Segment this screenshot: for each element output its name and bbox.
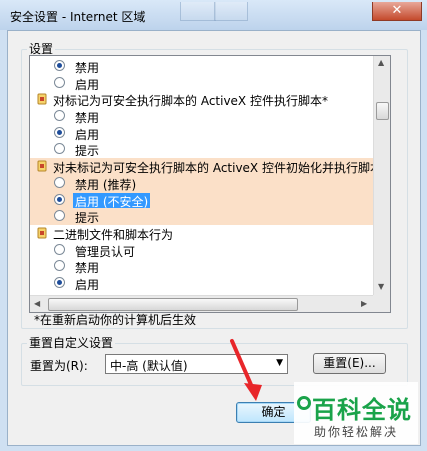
close-button[interactable]: ✕ bbox=[372, 2, 422, 21]
horizontal-scroll-thumb[interactable] bbox=[48, 298, 298, 311]
watermark-title: 百科全说 bbox=[312, 396, 412, 424]
watermark-logo-icon bbox=[297, 396, 311, 410]
setting-option-label: 启用 bbox=[75, 77, 100, 92]
setting-option[interactable]: 提示 bbox=[30, 141, 373, 158]
minimize-button[interactable] bbox=[180, 2, 216, 21]
reset-to-label: 重置为(R): bbox=[30, 359, 88, 373]
maximize-button[interactable] bbox=[214, 2, 248, 21]
scroll-right-icon[interactable]: ▶ bbox=[361, 299, 367, 308]
reset-group-label: 重置自定义设置 bbox=[27, 334, 116, 351]
setting-heading: 对标记为可安全执行脚本的 ActiveX 控件执行脚本* bbox=[30, 91, 373, 108]
setting-heading: 对未标记为可安全执行脚本的 ActiveX 控件初始化并执行脚本 bbox=[30, 158, 382, 175]
setting-option-label: 禁用 bbox=[75, 261, 100, 276]
radio-button[interactable] bbox=[54, 243, 65, 255]
radio-button[interactable] bbox=[54, 76, 65, 88]
scroll-left-icon[interactable]: ◀ bbox=[34, 299, 40, 308]
title-bar: 安全设置 - Internet 区域 ✕ bbox=[0, 0, 427, 30]
setting-option-label: 提示 bbox=[75, 144, 100, 159]
setting-heading-label: 二进制文件和脚本行为 bbox=[53, 227, 174, 242]
watermark-subtitle: 助你轻松解决 bbox=[314, 425, 399, 439]
settings-rows: 禁用 启用 对标记为可安全执行脚本的 ActiveX 控件执行脚本* 禁用 启用 提示 对未… bbox=[30, 58, 382, 292]
settings-icon bbox=[37, 160, 47, 172]
radio-button[interactable] bbox=[54, 143, 65, 155]
setting-option[interactable]: 启用 bbox=[30, 125, 373, 142]
setting-option[interactable]: 提示 bbox=[30, 208, 373, 225]
setting-option[interactable]: 启用 bbox=[30, 75, 373, 92]
setting-option[interactable]: 启用 bbox=[30, 275, 373, 292]
scroll-up-icon[interactable]: ▲ bbox=[378, 58, 384, 67]
radio-button[interactable] bbox=[54, 276, 65, 288]
setting-option[interactable]: 禁用 bbox=[30, 108, 373, 125]
setting-option-label: 禁用 (推荐) bbox=[75, 177, 137, 192]
settings-icon bbox=[37, 93, 47, 105]
settings-list[interactable]: 禁用 启用 对标记为可安全执行脚本的 ActiveX 控件执行脚本* 禁用 启用 提示 对未… bbox=[29, 55, 391, 313]
radio-button[interactable] bbox=[54, 60, 65, 71]
security-settings-window: 安全设置 - Internet 区域 ✕ 设置 禁用 启用 对标记为可安全执行脚本的… bbox=[0, 0, 427, 451]
reset-button[interactable]: 重置(E)... bbox=[313, 353, 386, 374]
dropdown-arrow-icon: ▼ bbox=[276, 358, 283, 368]
vertical-scrollbar[interactable]: ▲ ▼ bbox=[373, 56, 390, 295]
scroll-thumb[interactable] bbox=[376, 102, 389, 120]
reset-level-value: 中-高 (默认值) bbox=[110, 359, 188, 373]
setting-option[interactable]: 禁用 bbox=[30, 258, 373, 275]
radio-button[interactable] bbox=[54, 193, 65, 205]
setting-heading: 二进制文件和脚本行为 bbox=[30, 225, 373, 242]
radio-button[interactable] bbox=[54, 210, 65, 222]
settings-icon bbox=[37, 227, 47, 239]
setting-option-label: 管理员认可 bbox=[75, 244, 136, 259]
setting-option-label: 启用 bbox=[75, 277, 100, 292]
scroll-down-icon[interactable]: ▼ bbox=[378, 282, 384, 291]
setting-option-label: 禁用 bbox=[75, 111, 100, 126]
scroll-corner bbox=[373, 295, 390, 312]
window-title: 安全设置 - Internet 区域 bbox=[10, 10, 146, 24]
setting-option-label: 禁用 bbox=[75, 61, 100, 75]
radio-button[interactable] bbox=[54, 260, 65, 272]
radio-button[interactable] bbox=[54, 126, 65, 138]
setting-option-label: 启用 bbox=[75, 127, 100, 142]
radio-button[interactable] bbox=[54, 176, 65, 188]
setting-option[interactable]: 启用 (不安全) bbox=[30, 191, 373, 210]
setting-heading-label: 对标记为可安全执行脚本的 ActiveX 控件执行脚本* bbox=[53, 94, 328, 109]
radio-button[interactable] bbox=[54, 110, 65, 122]
setting-option[interactable]: 禁用 bbox=[30, 58, 373, 75]
setting-option-label: 提示 bbox=[75, 211, 100, 226]
annotation-arrow-icon bbox=[230, 339, 262, 401]
setting-option[interactable]: 禁用 (推荐) bbox=[30, 174, 373, 192]
setting-option-label: 启用 (不安全) bbox=[73, 192, 151, 210]
setting-option[interactable]: 管理员认可 bbox=[30, 242, 373, 259]
restart-footnote: *在重新启动你的计算机后生效 bbox=[34, 313, 197, 327]
setting-heading-label: 对未标记为可安全执行脚本的 ActiveX 控件初始化并执行脚本 bbox=[53, 161, 382, 176]
watermark: 百科全说 助你轻松解决 bbox=[294, 382, 418, 444]
